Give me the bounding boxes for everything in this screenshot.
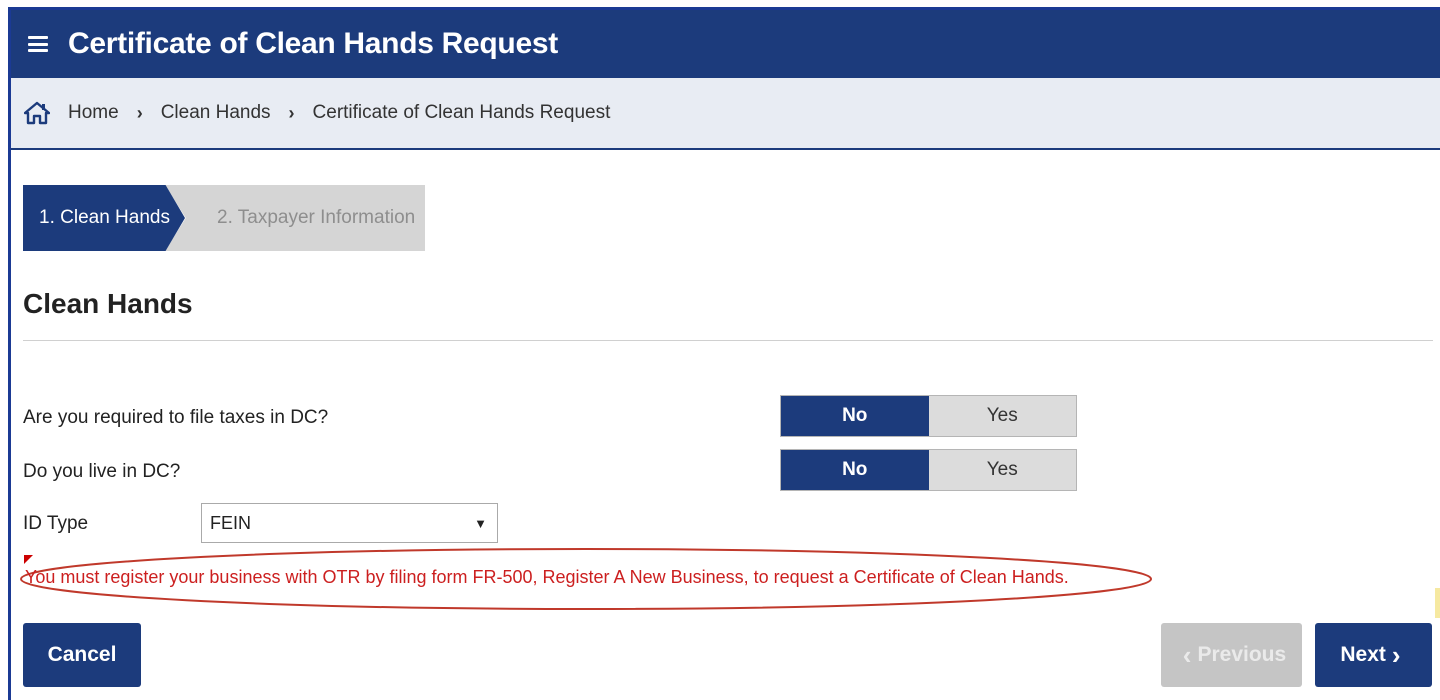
next-label: Next xyxy=(1340,643,1386,666)
app-header: Certificate of Clean Hands Request xyxy=(11,10,1440,78)
file-taxes-toggle: No Yes xyxy=(780,395,1077,437)
previous-label: Previous xyxy=(1197,643,1287,666)
wizard-steps: 1. Clean Hands 2. Taxpayer Information xyxy=(23,185,425,251)
highlight-mark xyxy=(1435,588,1440,618)
cancel-label: Cancel xyxy=(47,643,117,666)
file-taxes-yes-option[interactable]: Yes xyxy=(928,396,1076,436)
id-type-value: FEIN xyxy=(210,512,252,533)
file-taxes-no-option[interactable]: No xyxy=(781,396,929,436)
breadcrumb: Home › Clean Hands › Certificate of Clea… xyxy=(11,78,1440,150)
step-clean-hands[interactable]: 1. Clean Hands xyxy=(23,185,185,251)
live-dc-yes-option[interactable]: Yes xyxy=(928,450,1076,490)
dropdown-arrow-icon: ▼ xyxy=(474,516,487,531)
error-message: You must register your business with OTR… xyxy=(25,567,1069,587)
cancel-button[interactable]: Cancel xyxy=(23,623,141,687)
question-live-dc-label: Do you live in DC? xyxy=(23,461,181,482)
live-dc-toggle: No Yes xyxy=(780,449,1077,491)
app-frame: Certificate of Clean Hands Request Home … xyxy=(8,7,1440,700)
id-type-select[interactable]: FEIN ▼ xyxy=(201,503,498,543)
page-title: Certificate of Clean Hands Request xyxy=(68,27,558,60)
breadcrumb-clean-hands[interactable]: Clean Hands xyxy=(161,102,271,124)
live-dc-no-option[interactable]: No xyxy=(781,450,929,490)
breadcrumb-home[interactable]: Home xyxy=(68,102,119,124)
hamburger-menu-icon[interactable] xyxy=(28,36,48,52)
breadcrumb-separator: › xyxy=(136,102,143,123)
chevron-left-icon: ‹ xyxy=(1182,640,1192,670)
breadcrumb-separator: › xyxy=(288,102,295,123)
breadcrumb-current: Certificate of Clean Hands Request xyxy=(312,102,611,123)
home-icon[interactable] xyxy=(24,101,50,125)
section-title: Clean Hands xyxy=(23,288,193,319)
step-taxpayer-information[interactable]: 2. Taxpayer Information xyxy=(165,185,425,251)
chevron-right-icon: › xyxy=(1391,640,1401,670)
previous-button[interactable]: ‹ Previous xyxy=(1161,623,1302,687)
id-type-label: ID Type xyxy=(23,513,89,534)
next-button[interactable]: Next › xyxy=(1315,623,1432,687)
question-file-taxes-label: Are you required to file taxes in DC? xyxy=(23,407,329,428)
section-divider xyxy=(23,340,1433,341)
